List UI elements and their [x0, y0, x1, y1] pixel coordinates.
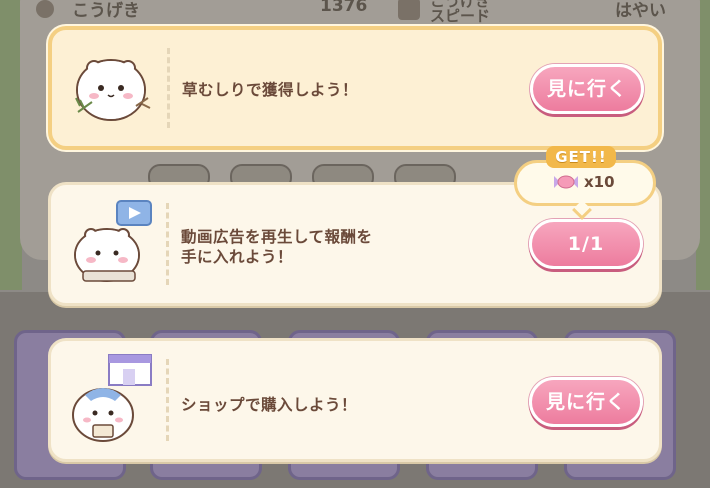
mission-card-weeding: 草むしりで獲得しよう！ 見に行く: [48, 26, 662, 150]
reward-get-label: GET!!: [546, 146, 616, 168]
go-see-button[interactable]: 見に行く: [529, 377, 643, 427]
card-divider: [166, 359, 169, 441]
chiikawa-weeding-icon: [75, 59, 151, 121]
card-divider: [166, 203, 169, 285]
chiikawa-video-icon: [74, 200, 152, 282]
speed-value: はやい: [615, 1, 666, 21]
mission-text: 草むしりで獲得しよう！: [182, 81, 359, 99]
reward-count: x10: [584, 173, 615, 191]
progress-button[interactable]: 1/1: [529, 219, 643, 269]
go-see-button[interactable]: 見に行く: [530, 64, 644, 114]
attack-label: こうげき: [72, 1, 140, 21]
background-stat-row: こうげき 1376 こうげき スピード はやい: [30, 0, 690, 24]
hachiware-shop-icon: [72, 354, 152, 442]
card-divider: [167, 48, 170, 128]
mission-text: ショップで購入しよう！: [181, 396, 358, 414]
mission-text: 動画広告を再生して報酬を 手に入れよう！: [181, 228, 373, 266]
speed-icon: [398, 0, 420, 20]
candy-icon: [554, 175, 578, 189]
attack-icon: [36, 0, 54, 18]
mission-card-shop: ショップで購入しよう！ 見に行く: [48, 338, 662, 462]
attack-value: 1376: [320, 0, 368, 16]
background-left-strip: [0, 0, 22, 290]
speed-label: こうげき スピード: [430, 0, 491, 25]
